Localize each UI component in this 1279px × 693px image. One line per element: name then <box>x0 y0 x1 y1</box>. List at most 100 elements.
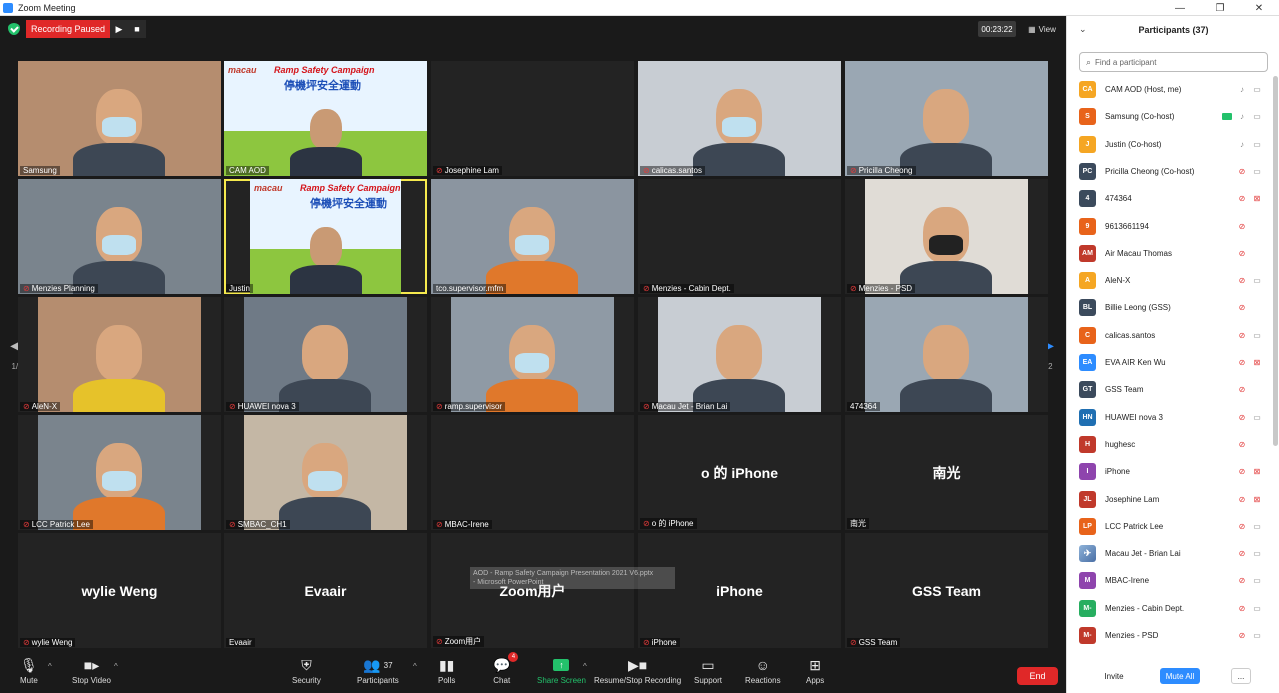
participant-row[interactable]: BL Billie Leong (GSS) ⊘ <box>1067 294 1272 321</box>
support-button[interactable]: ▭ Support <box>694 656 722 686</box>
mic-muted-icon[interactable]: ⊘ <box>1237 358 1247 367</box>
resume-stop-recording-button[interactable]: ▶■ Resume/Stop Recording <box>594 656 681 686</box>
video-tile[interactable]: o 的 iPhone ⊘ o 的 iPhone <box>638 415 841 530</box>
video-options-caret-icon[interactable]: ^ <box>114 662 118 671</box>
resume-recording-button[interactable]: ▶ <box>110 20 128 38</box>
participant-row[interactable]: CA CAM AOD (Host, me) ♪ ▭ <box>1067 76 1272 103</box>
video-tile[interactable]: wylie Weng ⊘ wylie Weng <box>18 533 221 648</box>
video-tile[interactable]: ⊘ Josephine Lam <box>431 61 634 176</box>
security-shield-icon[interactable] <box>8 23 20 35</box>
mute-all-button[interactable]: Mute All <box>1160 668 1200 684</box>
video-tile[interactable]: ⊘ HUAWEI nova 3 <box>224 297 427 412</box>
mic-muted-icon[interactable]: ⊘ <box>1237 331 1247 340</box>
participant-row[interactable]: GT GSS Team ⊘ <box>1067 376 1272 403</box>
mic-muted-icon[interactable]: ⊘ <box>1237 303 1247 312</box>
participant-row[interactable]: 4 474364 ⊘ ⊠ <box>1067 185 1272 212</box>
video-tile[interactable]: ⊘ Menzies - PSD <box>845 179 1048 294</box>
mic-muted-icon[interactable]: ⊘ <box>1237 522 1247 531</box>
video-tile[interactable]: tco.supervisor.mfm <box>431 179 634 294</box>
participant-row[interactable]: M- Menzies - PSD ⊘ ▭ <box>1067 622 1272 649</box>
mic-muted-icon[interactable]: ⊘ <box>1237 631 1247 640</box>
mic-muted-icon[interactable]: ⊘ <box>1237 440 1247 449</box>
apps-button[interactable]: ⊞ Apps <box>806 656 824 686</box>
mic-muted-icon[interactable]: ⊘ <box>1237 604 1247 613</box>
mic-muted-icon[interactable]: ⊘ <box>1237 249 1247 258</box>
video-tile[interactable]: Samsung <box>18 61 221 176</box>
polls-button[interactable]: ▮▮ Polls <box>438 656 455 686</box>
stop-recording-button[interactable]: ■ <box>128 20 146 38</box>
participant-search[interactable]: ⌕ <box>1079 52 1268 72</box>
participant-row[interactable]: AM Air Macau Thomas ⊘ <box>1067 240 1272 267</box>
video-tile[interactable]: macau Ramp Safety Campaign 停機坪安全運動 Justin <box>224 179 427 294</box>
participant-row[interactable]: LP LCC Patrick Lee ⊘ ▭ <box>1067 513 1272 540</box>
restore-button[interactable]: ❐ <box>1200 0 1240 16</box>
video-tile[interactable]: 474364 <box>845 297 1048 412</box>
video-tile[interactable]: ⊘ AleN-X <box>18 297 221 412</box>
minimize-button[interactable]: — <box>1160 0 1200 16</box>
invite-button[interactable]: Invite <box>1097 668 1131 684</box>
reactions-button[interactable]: ☺ Reactions <box>745 656 781 685</box>
mute-button[interactable]: 🎙 Mute <box>20 656 38 686</box>
video-tile[interactable]: Evaair Evaair <box>224 533 427 648</box>
share-screen-button[interactable]: ↑ Share Screen <box>537 656 586 685</box>
participant-row[interactable]: Hhughesc ⊘ <box>1067 431 1272 458</box>
end-meeting-button[interactable]: End <box>1017 667 1058 685</box>
mic-muted-icon[interactable]: ⊘ <box>1237 467 1247 476</box>
participant-row[interactable]: S Samsung (Co-host) ♪ ▭ <box>1067 103 1272 130</box>
mic-muted-icon[interactable]: ⊘ <box>1237 222 1247 231</box>
video-tile[interactable]: ⊘ ramp.supervisor <box>431 297 634 412</box>
participant-row[interactable]: ✈ Macau Jet - Brian Lai ⊘ ▭ <box>1067 540 1272 567</box>
participants-button[interactable]: 👥 37 Participants <box>357 656 399 686</box>
mic-muted-icon[interactable]: ⊘ <box>1237 549 1247 558</box>
muted-mic-icon: ⊘ <box>643 638 650 647</box>
mic-muted-icon[interactable]: ⊘ <box>1237 495 1247 504</box>
video-tile[interactable]: ⊘ SMBAC_CH1 <box>224 415 427 530</box>
mic-muted-icon[interactable]: ⊘ <box>1237 385 1247 394</box>
video-tile[interactable]: ⊘ Pricilla Cheong <box>845 61 1048 176</box>
mic-muted-icon[interactable]: ⊘ <box>1237 413 1247 422</box>
participant-row[interactable]: A AleN-X ⊘ ▭ <box>1067 267 1272 294</box>
video-tile[interactable]: iPhone ⊘ iPhone <box>638 533 841 648</box>
participant-row[interactable]: J Justin (Co-host) ♪ ▭ <box>1067 131 1272 158</box>
video-tile[interactable]: ⊘ LCC Patrick Lee <box>18 415 221 530</box>
video-tile[interactable]: ⊘ Menzies Planning <box>18 179 221 294</box>
mic-on-icon[interactable]: ♪ <box>1237 85 1247 94</box>
video-tile[interactable]: Zoom用户 ⊘ Zoom用户 <box>431 533 634 648</box>
view-button[interactable]: ▦ View <box>1024 21 1060 37</box>
participant-row[interactable]: EA EVA AIR Ken Wu ⊘ ⊠ <box>1067 349 1272 376</box>
participant-row[interactable]: JL Josephine Lam ⊘ ⊠ <box>1067 486 1272 513</box>
more-options-button[interactable]: ... <box>1231 668 1251 684</box>
participant-list-scrollbar[interactable] <box>1273 76 1278 446</box>
participant-row[interactable]: IiPhone ⊘ ⊠ <box>1067 458 1272 485</box>
video-tile[interactable]: ⊘ Macau Jet - Brian Lai <box>638 297 841 412</box>
participant-row[interactable]: PC Pricilla Cheong (Co-host) ⊘ ▭ <box>1067 158 1272 185</box>
video-tile[interactable]: ⊘ calicas.santos <box>638 61 841 176</box>
participant-row[interactable]: 9 9613661194 ⊘ <box>1067 213 1272 240</box>
participant-row[interactable]: HN HUAWEI nova 3 ⊘ ▭ <box>1067 404 1272 431</box>
chevron-down-icon[interactable]: ⌄ <box>1079 24 1087 35</box>
security-button[interactable]: ⛨ Security <box>292 656 321 686</box>
mic-muted-icon[interactable]: ⊘ <box>1237 576 1247 585</box>
video-tile[interactable]: ⊘ Menzies - Cabin Dept. <box>638 179 841 294</box>
participant-row[interactable]: M MBAC-Irene ⊘ ▭ <box>1067 567 1272 594</box>
mic-on-icon[interactable]: ♪ <box>1237 112 1247 121</box>
mic-muted-icon[interactable]: ⊘ <box>1237 276 1247 285</box>
participant-status-icons: ⊘ ▭ <box>1237 522 1262 531</box>
mic-on-icon[interactable]: ♪ <box>1237 140 1247 149</box>
participant-row[interactable]: M- Menzies - Cabin Dept. ⊘ ▭ <box>1067 595 1272 622</box>
video-tile[interactable]: macau Ramp Safety Campaign 停機坪安全運動 CAM AOD <box>224 61 427 176</box>
close-button[interactable]: ✕ <box>1239 0 1279 16</box>
share-options-caret-icon[interactable]: ^ <box>583 662 587 671</box>
stop-video-button[interactable]: ■▸ Stop Video <box>72 656 111 686</box>
video-tile[interactable]: GSS Team ⊘ GSS Team <box>845 533 1048 648</box>
chat-button[interactable]: 💬 4 Chat <box>493 652 519 685</box>
audio-options-caret-icon[interactable]: ^ <box>48 662 52 671</box>
participant-search-input[interactable] <box>1095 57 1256 67</box>
mic-muted-icon[interactable]: ⊘ <box>1237 167 1247 176</box>
video-tile[interactable]: ⊘ MBAC-Irene <box>431 415 634 530</box>
mic-muted-icon[interactable]: ⊘ <box>1237 194 1247 203</box>
video-tile[interactable]: 南光 南光 <box>845 415 1048 530</box>
participant-row[interactable]: Ccalicas.santos ⊘ ▭ <box>1067 322 1272 349</box>
participants-caret-icon[interactable]: ^ <box>413 662 417 671</box>
tile-name-label: ⊘ o 的 iPhone <box>640 518 697 529</box>
